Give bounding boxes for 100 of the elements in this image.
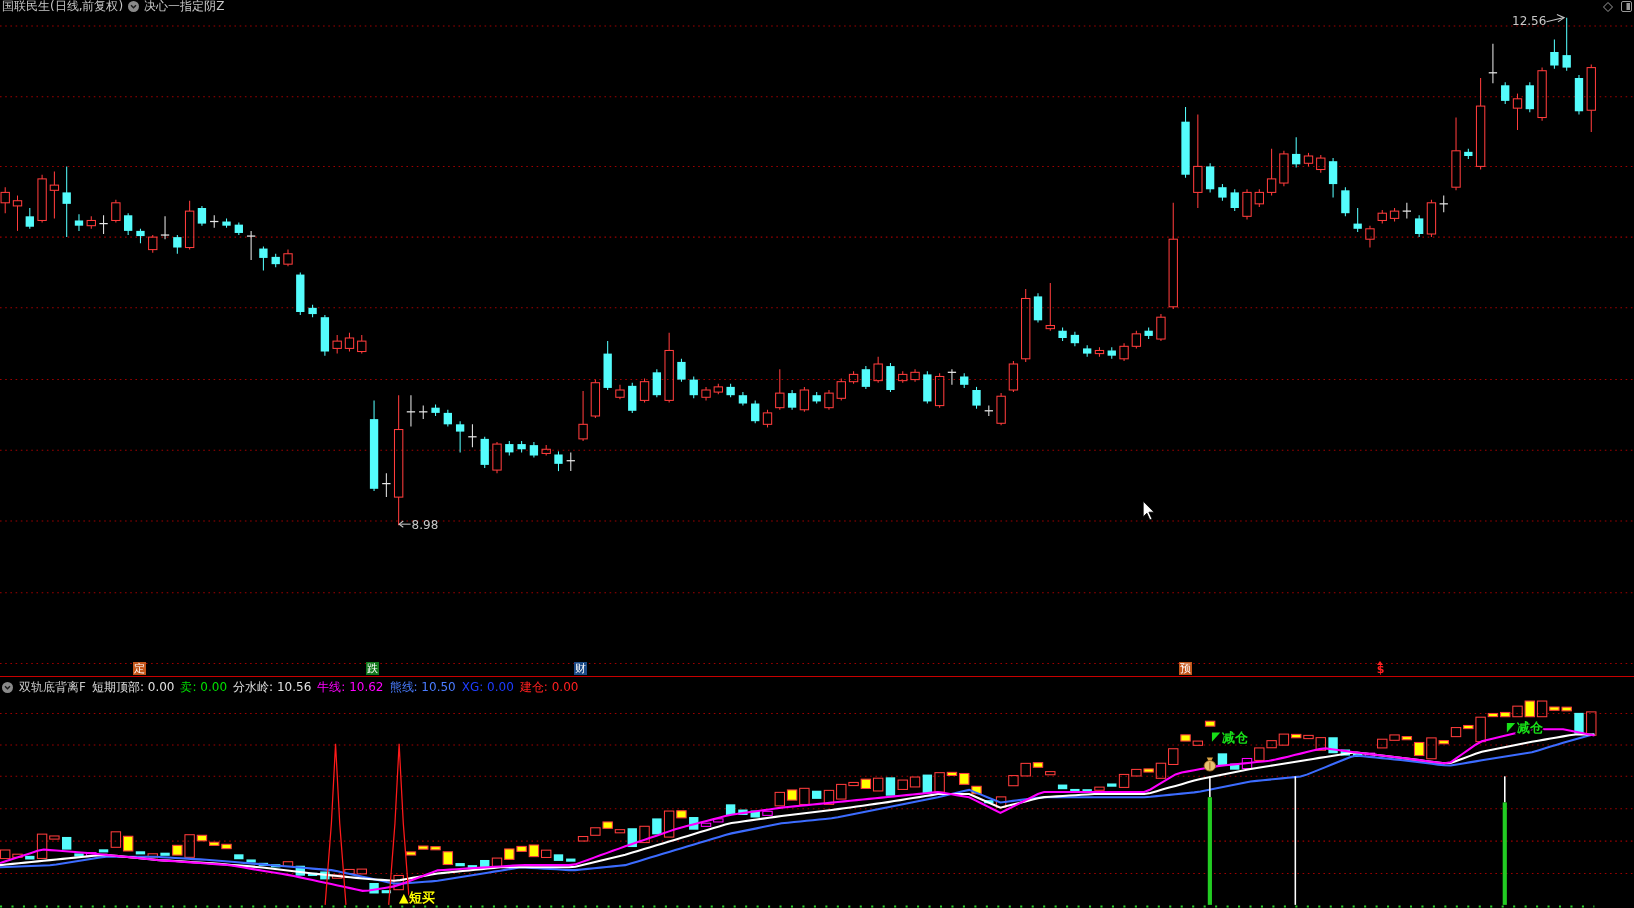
falling-bar: [62, 836, 72, 850]
high-price-label: 12.56: [1512, 13, 1547, 28]
event-tag: 跌: [366, 662, 379, 675]
falling-bar: [1340, 749, 1351, 756]
event-symbol: $: [1376, 665, 1385, 675]
peak-bar: [122, 835, 134, 852]
falling-bar: [652, 818, 662, 835]
falling-bar: [885, 777, 896, 796]
indicator-readout: 卖: 0.00: [180, 680, 228, 694]
cursor-icon: [1142, 500, 1155, 521]
rising-bar: [897, 779, 908, 790]
rising-bar: [110, 831, 122, 848]
peak-bar: [1463, 724, 1474, 730]
rising-bar: [491, 857, 503, 868]
falling-bar: [738, 809, 748, 815]
falling-bar: [984, 800, 994, 804]
rising-bar: [1426, 737, 1437, 760]
leader-arrow: [1545, 14, 1566, 23]
peak-bar: [1438, 740, 1449, 745]
peak-bar: [602, 821, 613, 829]
rising-bar: [639, 825, 650, 844]
rising-bar: [614, 829, 626, 834]
falling-bar: [1574, 712, 1584, 734]
event-tag: 财: [574, 662, 588, 675]
rising-bar: [909, 776, 921, 788]
rising-bar: [799, 787, 810, 805]
peak-bar: [1524, 700, 1535, 718]
indicator-readout: 熊线: 10.50: [389, 680, 456, 694]
falling-bar: [295, 865, 305, 876]
falling-bar: [922, 774, 933, 794]
peak-bar: [1291, 733, 1302, 739]
leader-arrow: [398, 520, 412, 528]
falling-bar: [566, 858, 576, 862]
rising-bar: [1450, 727, 1462, 738]
rising-bar: [1155, 762, 1167, 779]
flag-icon: [1211, 732, 1221, 742]
falling-bar: [467, 865, 478, 869]
rising-bar: [1586, 711, 1597, 736]
rising-bar: [934, 772, 945, 793]
indicator-readout: 分水岭: 10.56: [233, 680, 312, 694]
indicator-readout: 牛线: 10.62: [317, 680, 384, 694]
signal-line: [1504, 775, 1506, 804]
rising-bar: [282, 861, 294, 867]
rebound-bar: [1241, 757, 1253, 770]
event-tag: 定: [132, 662, 146, 675]
indicator-readout: XG: 0.00: [461, 680, 514, 694]
falling-bar: [234, 854, 244, 860]
panel-toggle-icon[interactable]: [1621, 1, 1632, 12]
falling-bar: [750, 810, 760, 818]
event-tag: 预: [1178, 662, 1192, 675]
peak-bar: [971, 785, 982, 795]
falling-bar: [553, 854, 564, 861]
rising-bar: [147, 853, 158, 859]
falling-bar: [455, 863, 465, 867]
rising-bar: [1094, 786, 1105, 791]
falling-bar: [1107, 783, 1117, 787]
rising-bar: [1192, 740, 1204, 746]
rising-bar: [872, 777, 884, 792]
falling-bar: [369, 883, 379, 894]
falling-bar: [480, 860, 490, 869]
falling-bar: [246, 859, 256, 863]
falling-bar: [1070, 788, 1080, 793]
rising-bar: [1512, 705, 1523, 718]
falling-bar: [1328, 737, 1338, 754]
rising-bar: [1045, 771, 1056, 776]
falling-bar: [307, 872, 318, 876]
caret-up-icon: [1377, 661, 1384, 665]
falling-bar: [725, 804, 736, 815]
rising-bar: [774, 791, 785, 807]
falling-bar: [25, 855, 35, 860]
falling-bar: [160, 852, 170, 856]
rising-bar: [1168, 748, 1179, 765]
falling-bar: [74, 853, 84, 857]
peak-bar: [1204, 720, 1216, 727]
peak-bar: [1032, 762, 1044, 768]
falling-bar: [627, 828, 637, 848]
rising-bar: [184, 834, 195, 858]
falling-bar: [258, 862, 269, 866]
peak-bar: [860, 778, 872, 789]
rebound-bar: [86, 852, 97, 857]
chevron-circle-icon[interactable]: [128, 1, 140, 12]
low-price-label: 8.98: [411, 517, 439, 532]
signal-line: [1209, 775, 1211, 798]
falling-bar: [1230, 763, 1240, 770]
peak-bar: [676, 810, 687, 819]
falling-bar: [135, 851, 146, 855]
rising-bar: [541, 849, 552, 858]
peak-bar: [1180, 734, 1191, 742]
flag-icon: [1506, 723, 1516, 733]
rising-bar: [1020, 762, 1031, 777]
rising-bar: [1536, 700, 1548, 718]
chevron-circle-icon[interactable]: [2, 681, 13, 693]
rebound-bar: [762, 810, 773, 816]
indicator-name: 双轨底背离F: [19, 680, 86, 694]
falling-bar: [1217, 753, 1228, 766]
falling-bar: [271, 864, 281, 868]
money-bag-icon: [1203, 757, 1216, 772]
indicator-readout: 短期顶部: 0.00: [91, 680, 175, 694]
rising-bar: [663, 810, 675, 838]
falling-bar: [381, 890, 392, 894]
